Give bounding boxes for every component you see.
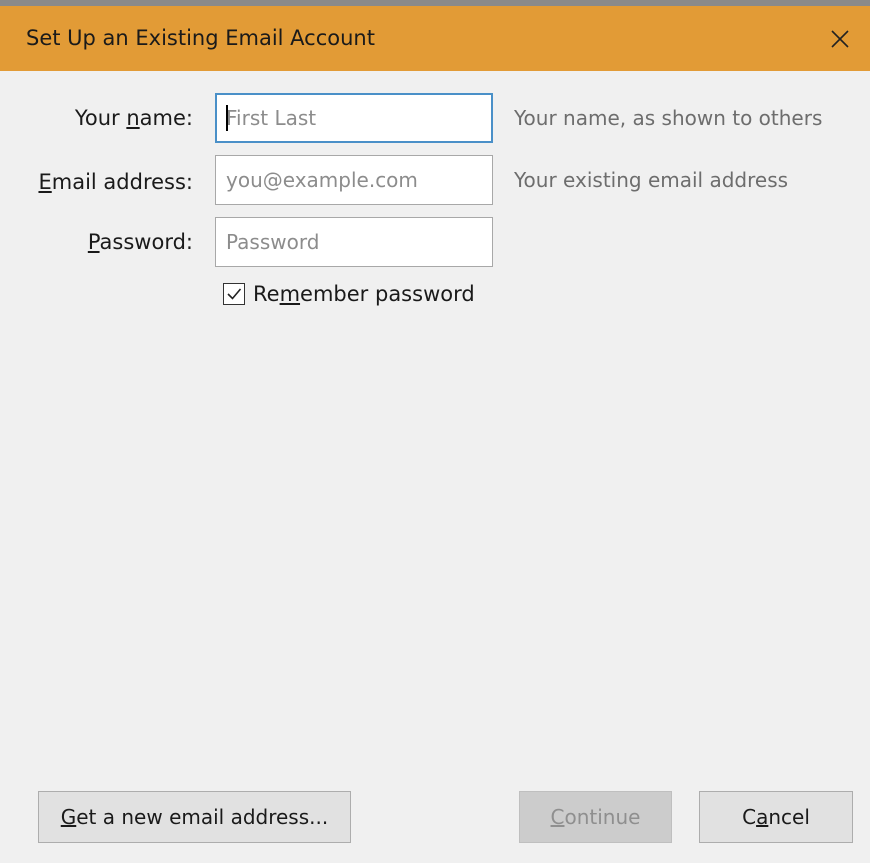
email-label-text-rest: mail address: xyxy=(51,170,193,194)
email-label-accesskey: E xyxy=(38,170,52,194)
name-label: Your name: xyxy=(3,106,193,130)
name-label-text: Your xyxy=(74,106,127,130)
checkbox-box[interactable] xyxy=(223,283,245,305)
btn-accesskey: a xyxy=(756,805,769,829)
btn-accesskey: C xyxy=(550,805,565,829)
name-label-accesskey: n xyxy=(126,106,140,130)
email-setup-dialog: Set Up an Existing Email Account Your na… xyxy=(0,0,870,863)
continue-button[interactable]: Continue xyxy=(519,791,672,843)
close-button[interactable] xyxy=(810,6,870,71)
remember-label-accesskey: m xyxy=(279,282,301,306)
email-input[interactable] xyxy=(215,155,493,205)
close-icon xyxy=(831,29,849,48)
btn-text: C xyxy=(742,805,757,829)
titlebar: Set Up an Existing Email Account xyxy=(0,6,870,71)
email-label: Email address: xyxy=(3,170,193,194)
name-label-text-rest: ame: xyxy=(139,106,193,130)
cancel-button[interactable]: Ca ncel xyxy=(699,791,853,843)
get-new-email-button[interactable]: Get a new email address... xyxy=(38,791,351,843)
password-input[interactable] xyxy=(215,217,493,267)
password-label: Password: xyxy=(3,230,193,254)
password-label-text-rest: assword: xyxy=(99,230,193,254)
password-label-accesskey: P xyxy=(87,230,100,254)
btn-text-rest: et a new email address... xyxy=(76,805,329,829)
name-hint: Your name, as shown to others xyxy=(514,106,823,130)
dialog-title: Set Up an Existing Email Account xyxy=(26,26,375,50)
btn-text-rest: ncel xyxy=(768,805,810,829)
remember-label-text: Re xyxy=(253,282,280,306)
remember-password-label: Remember password xyxy=(253,282,475,306)
btn-text-rest: ontinue xyxy=(564,805,641,829)
remember-password-checkbox[interactable]: Remember password xyxy=(223,282,475,306)
name-input[interactable] xyxy=(215,93,493,143)
remember-label-text-rest: ember password xyxy=(300,282,475,306)
checkmark-icon xyxy=(227,288,242,300)
btn-accesskey: G xyxy=(60,805,77,829)
text-caret xyxy=(226,105,228,131)
email-hint: Your existing email address xyxy=(514,168,789,192)
